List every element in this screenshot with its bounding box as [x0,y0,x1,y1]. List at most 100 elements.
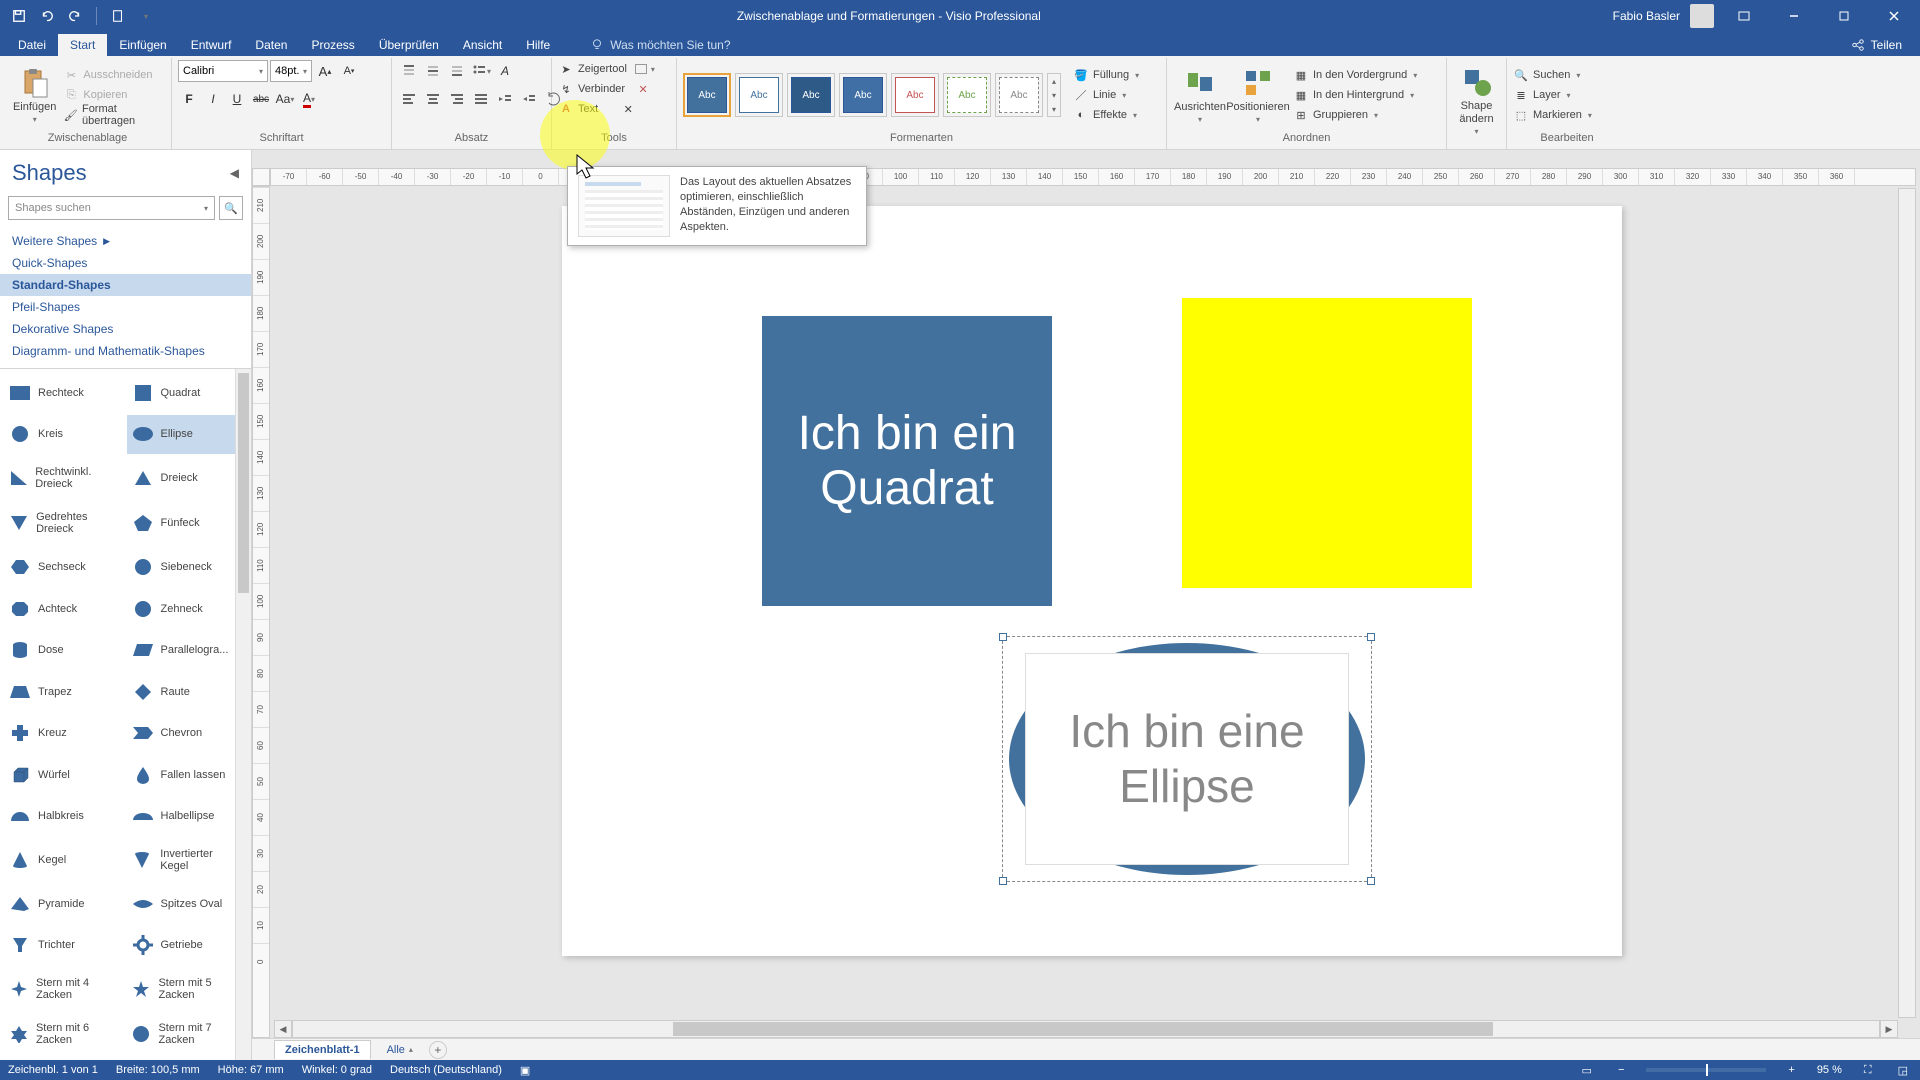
strike-button[interactable]: abc [250,88,272,110]
share-button[interactable]: Teilen [1839,34,1914,56]
format-painter-button[interactable]: 🖌Format übertragen [63,106,165,124]
shape-stern4[interactable]: Stern mit 4 Zacken [4,967,125,1011]
tab-daten[interactable]: Daten [243,34,299,56]
change-shape-button[interactable]: Shape ändern▾ [1453,66,1500,135]
decrease-indent-button[interactable] [494,88,516,110]
zoom-level[interactable]: 95 % [1817,1064,1842,1076]
scroll-right-button[interactable]: ▶ [1880,1020,1898,1038]
style-4[interactable]: Abc [839,73,887,117]
pointer-tool-button[interactable]: ➤Zeigertool ▾ [558,60,655,78]
style-5[interactable]: Abc [891,73,939,117]
shape-fallen-lassen[interactable]: Fallen lassen [127,755,248,795]
canvas-shape-ellipse-selected[interactable]: Ich bin eine Ellipse [1002,636,1372,882]
effects-button[interactable]: ◐Effekte▾ [1073,106,1139,124]
shape-kreuz[interactable]: Kreuz [4,714,125,754]
close-icon[interactable]: ✕ [635,81,651,97]
canvas-area[interactable]: -70-60-50-40-30-20-100102030405060708090… [252,150,1920,1060]
shape-trichter[interactable]: Trichter [4,925,125,965]
new-doc-button[interactable] [107,5,129,27]
case-button[interactable]: Aa▾ [274,88,296,110]
tab-start[interactable]: Start [58,34,107,56]
text-tool-button[interactable]: AText ✕ [558,100,636,118]
shape-gedrehtes-dreieck[interactable]: Gedrehtes Dreieck [4,502,125,546]
shape-stern5[interactable]: Stern mit 5 Zacken [127,967,248,1011]
bring-front-button[interactable]: ▦In den Vordergrund▾ [1293,66,1417,84]
undo-button[interactable] [36,5,58,27]
resize-handle[interactable] [999,877,1007,885]
user-name[interactable]: Fabio Basler [1613,9,1680,23]
align-center-button[interactable] [422,88,444,110]
stencil-decorative[interactable]: Dekorative Shapes [0,318,251,340]
shape-rechteck[interactable]: Rechteck [4,373,125,413]
font-size-combo[interactable]: 48pt.▾ [270,60,312,82]
draw-rect-button[interactable] [635,64,647,74]
style-3[interactable]: Abc [787,73,835,117]
sheet-tab-1[interactable]: Zeichenblatt-1 [274,1040,371,1059]
ribbon-display-options-button[interactable] [1724,2,1764,30]
status-language[interactable]: Deutsch (Deutschland) [390,1064,502,1076]
shape-raute[interactable]: Raute [127,672,248,712]
scroll-thumb[interactable] [673,1022,1493,1036]
shape-getriebe[interactable]: Getriebe [127,925,248,965]
shape-quadrat[interactable]: Quadrat [127,373,248,413]
shape-grid-scrollbar[interactable] [235,369,251,1060]
shape-siebeneck[interactable]: Siebeneck [127,547,248,587]
stencil-quick[interactable]: Quick-Shapes [0,252,251,274]
search-button[interactable]: 🔍 [219,196,243,220]
fit-page-button[interactable]: ⛶ [1860,1064,1876,1077]
shape-stern6[interactable]: Stern mit 6 Zacken [4,1012,125,1056]
tab-hilfe[interactable]: Hilfe [514,34,562,56]
layer-button[interactable]: ≣Layer▾ [1513,86,1592,104]
scroll-track[interactable] [292,1020,1880,1038]
save-icon[interactable] [8,5,30,27]
resize-handle[interactable] [1367,877,1375,885]
tab-prozess[interactable]: Prozess [299,34,366,56]
presentation-mode-button[interactable]: ▭ [1578,1064,1596,1077]
fill-button[interactable]: 🪣Füllung▾ [1073,66,1139,84]
line-button[interactable]: ／Linie▾ [1073,86,1139,104]
canvas-shape-yellow-square[interactable] [1182,298,1472,588]
close-button[interactable] [1874,2,1914,30]
font-name-combo[interactable]: Calibri▾ [178,60,268,82]
shape-halbkreis[interactable]: Halbkreis [4,797,125,837]
ellipse-text-editor[interactable]: Ich bin eine Ellipse [1025,653,1349,865]
font-color-button[interactable]: A▾ [298,88,320,110]
stencil-arrow[interactable]: Pfeil-Shapes [0,296,251,318]
stencil-standard[interactable]: Standard-Shapes [0,274,251,296]
style-7[interactable]: Abc [995,73,1043,117]
align-right-button[interactable] [446,88,468,110]
cut-button[interactable]: ✂Ausschneiden [63,66,165,84]
shape-rechtw-dreieck[interactable]: Rechtwinkl. Dreieck [4,456,125,500]
resize-handle[interactable] [1367,633,1375,641]
zoom-out-button[interactable]: − [1614,1064,1628,1076]
shape-halbellipse[interactable]: Halbellipse [127,797,248,837]
full-screen-button[interactable]: ◲ [1894,1064,1912,1077]
justify-button[interactable] [470,88,492,110]
connector-tool-button[interactable]: ↯Verbinder ✕ [558,80,651,98]
bold-button[interactable]: F [178,88,200,110]
tab-einfuegen[interactable]: Einfügen [107,34,178,56]
shape-wuerfel[interactable]: Würfel [4,755,125,795]
shape-sechseck[interactable]: Sechseck [4,547,125,587]
horizontal-scrollbar[interactable]: ◀ ▶ [274,1020,1898,1038]
add-sheet-button[interactable]: + [429,1041,447,1059]
connection-point-icon[interactable]: ✕ [620,101,636,117]
align-bottom-button[interactable] [446,60,468,82]
italic-button[interactable]: I [202,88,224,110]
position-button[interactable]: Positionieren▾ [1231,67,1285,124]
align-top-button[interactable] [398,60,420,82]
tell-me-search[interactable]: Was möchten Sie tun? [582,34,738,56]
canvas-shape-quadrat[interactable]: Ich bin ein Quadrat [762,316,1052,606]
macro-record-button[interactable]: ▣ [520,1064,530,1077]
align-middle-button[interactable] [422,60,444,82]
shrink-font-button[interactable]: A▾ [338,60,360,82]
style-2[interactable]: Abc [735,73,783,117]
shape-inv-kegel[interactable]: Invertierter Kegel [127,838,248,882]
shape-achteck[interactable]: Achteck [4,589,125,629]
minimize-button[interactable] [1774,2,1814,30]
send-back-button[interactable]: ▦In den Hintergrund▾ [1293,86,1417,104]
tab-ueberpruefen[interactable]: Überprüfen [367,34,451,56]
find-button[interactable]: 🔍Suchen▾ [1513,66,1592,84]
stencil-diagram[interactable]: Diagramm- und Mathematik-Shapes [0,340,251,362]
paste-button[interactable]: Einfügen ▾ [10,67,59,124]
